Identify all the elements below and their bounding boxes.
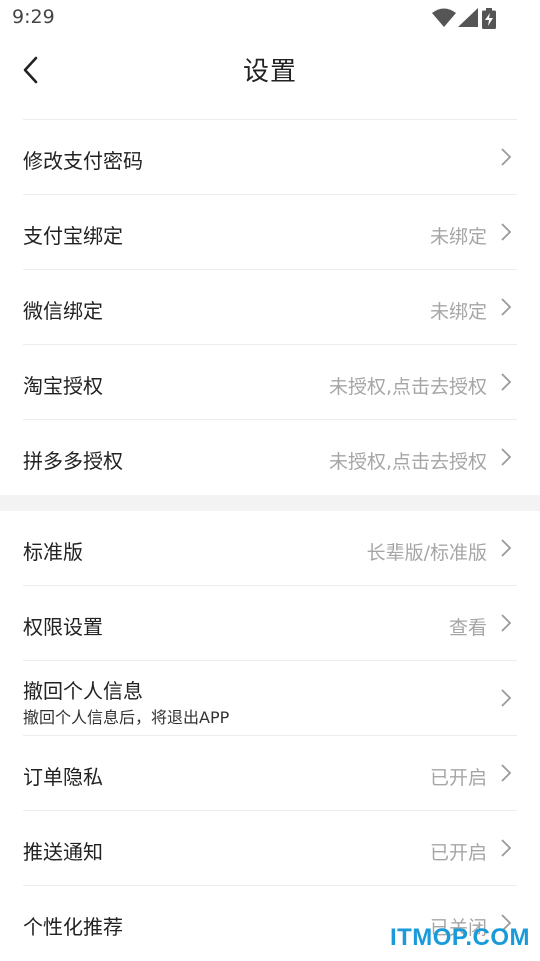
row-wechat-binding[interactable]: 微信绑定 未绑定 bbox=[23, 270, 517, 345]
row-alipay-binding[interactable]: 支付宝绑定 未绑定 bbox=[23, 195, 517, 270]
row-value: 查看 bbox=[448, 617, 487, 639]
chevron-right-icon bbox=[501, 298, 512, 316]
chevron-right-icon bbox=[501, 839, 512, 857]
wifi-icon bbox=[432, 8, 456, 27]
chevron-right-icon bbox=[501, 689, 512, 707]
row-value: 未绑定 bbox=[429, 301, 487, 323]
chevron-right-icon bbox=[501, 764, 512, 782]
row-push-notification[interactable]: 推送通知 已开启 bbox=[23, 811, 517, 886]
row-description: 撤回个人信息后，将退出APP bbox=[23, 708, 230, 727]
chevron-right-icon bbox=[501, 373, 512, 391]
row-version-mode[interactable]: 标准版 长辈版/标准版 bbox=[23, 511, 517, 586]
row-value: 长辈版/标准版 bbox=[366, 542, 487, 564]
page-title: 设置 bbox=[242, 57, 297, 87]
signal-icon bbox=[458, 8, 478, 27]
status-icons bbox=[432, 8, 500, 29]
row-label: 支付宝绑定 bbox=[23, 224, 123, 248]
chevron-right-icon bbox=[501, 614, 512, 632]
row-label: 权限设置 bbox=[23, 615, 103, 639]
row-label: 推送通知 bbox=[23, 840, 103, 864]
row-change-pay-password[interactable]: 修改支付密码 bbox=[23, 120, 517, 195]
row-label: 修改支付密码 bbox=[23, 149, 143, 173]
section-divider bbox=[0, 495, 540, 511]
row-order-privacy[interactable]: 订单隐私 已开启 bbox=[23, 736, 517, 811]
row-revoke-personal-info[interactable]: 撤回个人信息 撤回个人信息后，将退出APP bbox=[23, 661, 517, 736]
row-label: 拼多多授权 bbox=[23, 449, 123, 473]
row-value: 已开启 bbox=[429, 842, 487, 864]
row-label: 订单隐私 bbox=[23, 765, 103, 789]
status-time: 9:29 bbox=[12, 6, 55, 28]
row-label: 个性化推荐 bbox=[23, 915, 123, 939]
row-label: 淘宝授权 bbox=[23, 374, 103, 398]
watermark-logo: ITMOP.COM bbox=[389, 924, 530, 951]
status-bar: 9:29 bbox=[0, 0, 540, 36]
row-permission-settings[interactable]: 权限设置 查看 bbox=[23, 586, 517, 661]
row-value: 未绑定 bbox=[429, 226, 487, 248]
nav-bar: 设置 bbox=[0, 36, 540, 104]
chevron-right-icon bbox=[501, 223, 512, 241]
row-taobao-auth[interactable]: 淘宝授权 未授权,点击去授权 bbox=[23, 345, 517, 420]
row-value: 已开启 bbox=[429, 767, 487, 789]
row-label: 撤回个人信息 bbox=[23, 679, 143, 703]
chevron-right-icon bbox=[501, 539, 512, 557]
row-pinduoduo-auth[interactable]: 拼多多授权 未授权,点击去授权 bbox=[23, 420, 517, 495]
chevron-right-icon bbox=[501, 448, 512, 466]
row-label: 标准版 bbox=[23, 540, 83, 564]
row-label: 微信绑定 bbox=[23, 299, 103, 323]
battery-charging-icon bbox=[482, 8, 496, 29]
row-value: 未授权,点击去授权 bbox=[328, 451, 487, 473]
row-value: 未授权,点击去授权 bbox=[328, 376, 487, 398]
chevron-right-icon bbox=[501, 148, 512, 166]
